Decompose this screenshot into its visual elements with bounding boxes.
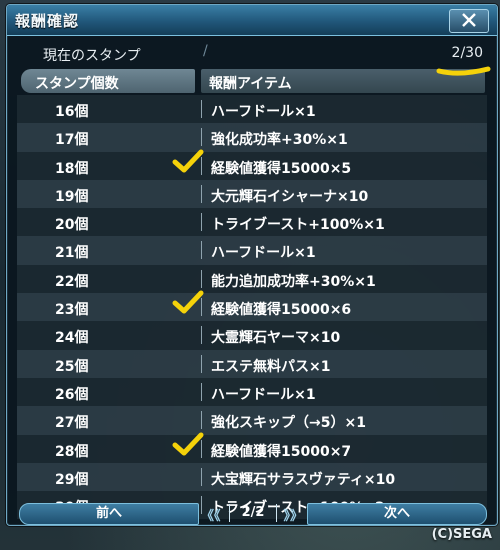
column-header-stamp-count: スタンプ個数 (21, 69, 195, 93)
reward-item-cell: エステ無料パス×1 (211, 358, 331, 375)
table-row: 16個 ハーフドール×1 (17, 95, 487, 124)
window-title: 報酬確認 (15, 12, 80, 30)
stamp-separator: / (203, 43, 208, 59)
table-row: 20個 トライブースト+100%×1 (17, 208, 487, 237)
close-button[interactable] (449, 9, 489, 33)
table-row: 24個 大霊輝石ヤーマ×10 (17, 321, 487, 350)
copyright-text: (C)SEGA (431, 527, 492, 542)
stamp-count-cell: 22個 (55, 273, 89, 290)
checkmark-icon (172, 432, 204, 456)
column-divider (201, 354, 202, 373)
column-divider (201, 382, 202, 401)
table-row: 17個 強化成功率+30%×1 (17, 123, 487, 152)
prev-page-button[interactable]: 前へ (19, 503, 199, 525)
reward-item-cell: 強化成功率+30%×1 (211, 132, 348, 149)
checkmark-icon (172, 149, 204, 173)
stamp-count-cell: 23個 (55, 302, 89, 319)
stamp-count-cell: 29個 (55, 471, 89, 488)
stamp-count-cell: 26個 (55, 386, 89, 403)
column-divider (201, 467, 202, 486)
column-header-stamp-count-label: スタンプ個数 (35, 76, 119, 92)
stamp-count-cell: 17個 (55, 132, 89, 149)
game-screen: 報酬確認 現在のスタンプ / 2/30 スタンプ個数 報酬アイテム 16個ハーフ… (0, 0, 500, 550)
table-row: 22個 能力追加成功率+30%×1 (17, 264, 487, 294)
column-divider (201, 128, 202, 147)
column-divider (201, 326, 202, 345)
stamp-count-cell: 19個 (55, 188, 89, 205)
pagination-bar: 前へ 《《 2/2 》》 次へ (17, 503, 487, 525)
reward-item-cell: 強化スキップ（→5）×1 (211, 415, 366, 432)
checkmark-icon (172, 290, 204, 314)
reward-item-cell: ハーフドール×1 (211, 104, 316, 120)
current-stamp-row: 現在のスタンプ / 2/30 (17, 41, 487, 65)
last-page-arrow-icon[interactable]: 》》 (283, 505, 303, 524)
current-stamp-value: 2/30 (451, 45, 483, 61)
window-titlebar: 報酬確認 (7, 5, 497, 36)
column-divider (201, 411, 202, 430)
stamp-count-cell: 21個 (55, 245, 89, 262)
next-page-button[interactable]: 次へ (307, 503, 487, 525)
table-row: 29個 大宝輝石サラスヴァティ×10 (17, 462, 487, 492)
column-divider (201, 213, 202, 232)
stamp-count-cell: 20個 (55, 217, 89, 234)
reward-item-cell: 大霊輝石ヤーマ×10 (211, 330, 341, 347)
reward-item-cell: 大宝輝石サラスヴァティ×10 (211, 471, 396, 488)
first-page-arrow-icon[interactable]: 《《 (201, 505, 221, 524)
reward-item-cell: 大元輝石イシャーナ×10 (211, 188, 369, 205)
stamp-count-cell: 16個 (55, 104, 89, 120)
reward-item-cell: 経験値獲得15000×5 (211, 160, 352, 177)
stamp-count-cell: 18個 (55, 160, 89, 177)
column-divider (201, 100, 202, 118)
table-row: 25個 エステ無料パス×1 (17, 349, 487, 378)
table-row: 26個 ハーフドール×1 (17, 377, 487, 407)
stamp-count-cell: 27個 (55, 415, 89, 432)
page-indicator: 2/2 (229, 504, 277, 522)
table-row: 28個 経験値獲得15000×7 (17, 432, 487, 463)
column-divider (201, 241, 202, 260)
table-row: 19個 大元輝石イシャーナ×10 (17, 179, 487, 209)
reward-item-cell: 能力追加成功率+30%×1 (211, 273, 376, 290)
table-row: 21個 ハーフドール×1 (17, 236, 487, 265)
reward-item-cell: ハーフドール×1 (211, 386, 316, 403)
table-row: 23個 経験値獲得15000×6 (17, 290, 487, 322)
current-stamp-label: 現在のスタンプ (43, 48, 141, 64)
stamp-count-cell: 24個 (55, 330, 89, 347)
page-indicator-group: 《《 2/2 》》 (201, 503, 303, 524)
reward-item-cell: トライブースト+100%×1 (211, 217, 385, 234)
column-divider (201, 184, 202, 203)
close-icon (462, 13, 476, 27)
reward-item-cell: ハーフドール×1 (211, 245, 316, 262)
reward-confirm-window: 報酬確認 現在のスタンプ / 2/30 スタンプ個数 報酬アイテム 16個ハーフ… (6, 4, 498, 526)
stamp-count-cell: 28個 (55, 443, 89, 460)
column-header-reward-item-label: 報酬アイテム (209, 76, 292, 92)
stamp-count-cell: 25個 (55, 358, 89, 375)
reward-item-cell: 経験値獲得15000×6 (211, 302, 352, 319)
reward-table: 16個 ハーフドール×1 17個 強化成功率+30%×1 18個 経験値獲得15000×5… (17, 95, 487, 520)
column-header-reward-item: 報酬アイテム (201, 69, 485, 93)
column-divider (201, 269, 202, 288)
reward-item-cell: 経験値獲得15000×7 (211, 443, 352, 460)
table-row: 27個 強化スキップ（→5）×1 (17, 406, 487, 435)
table-row: 18個 経験値獲得15000×5 (17, 149, 487, 180)
